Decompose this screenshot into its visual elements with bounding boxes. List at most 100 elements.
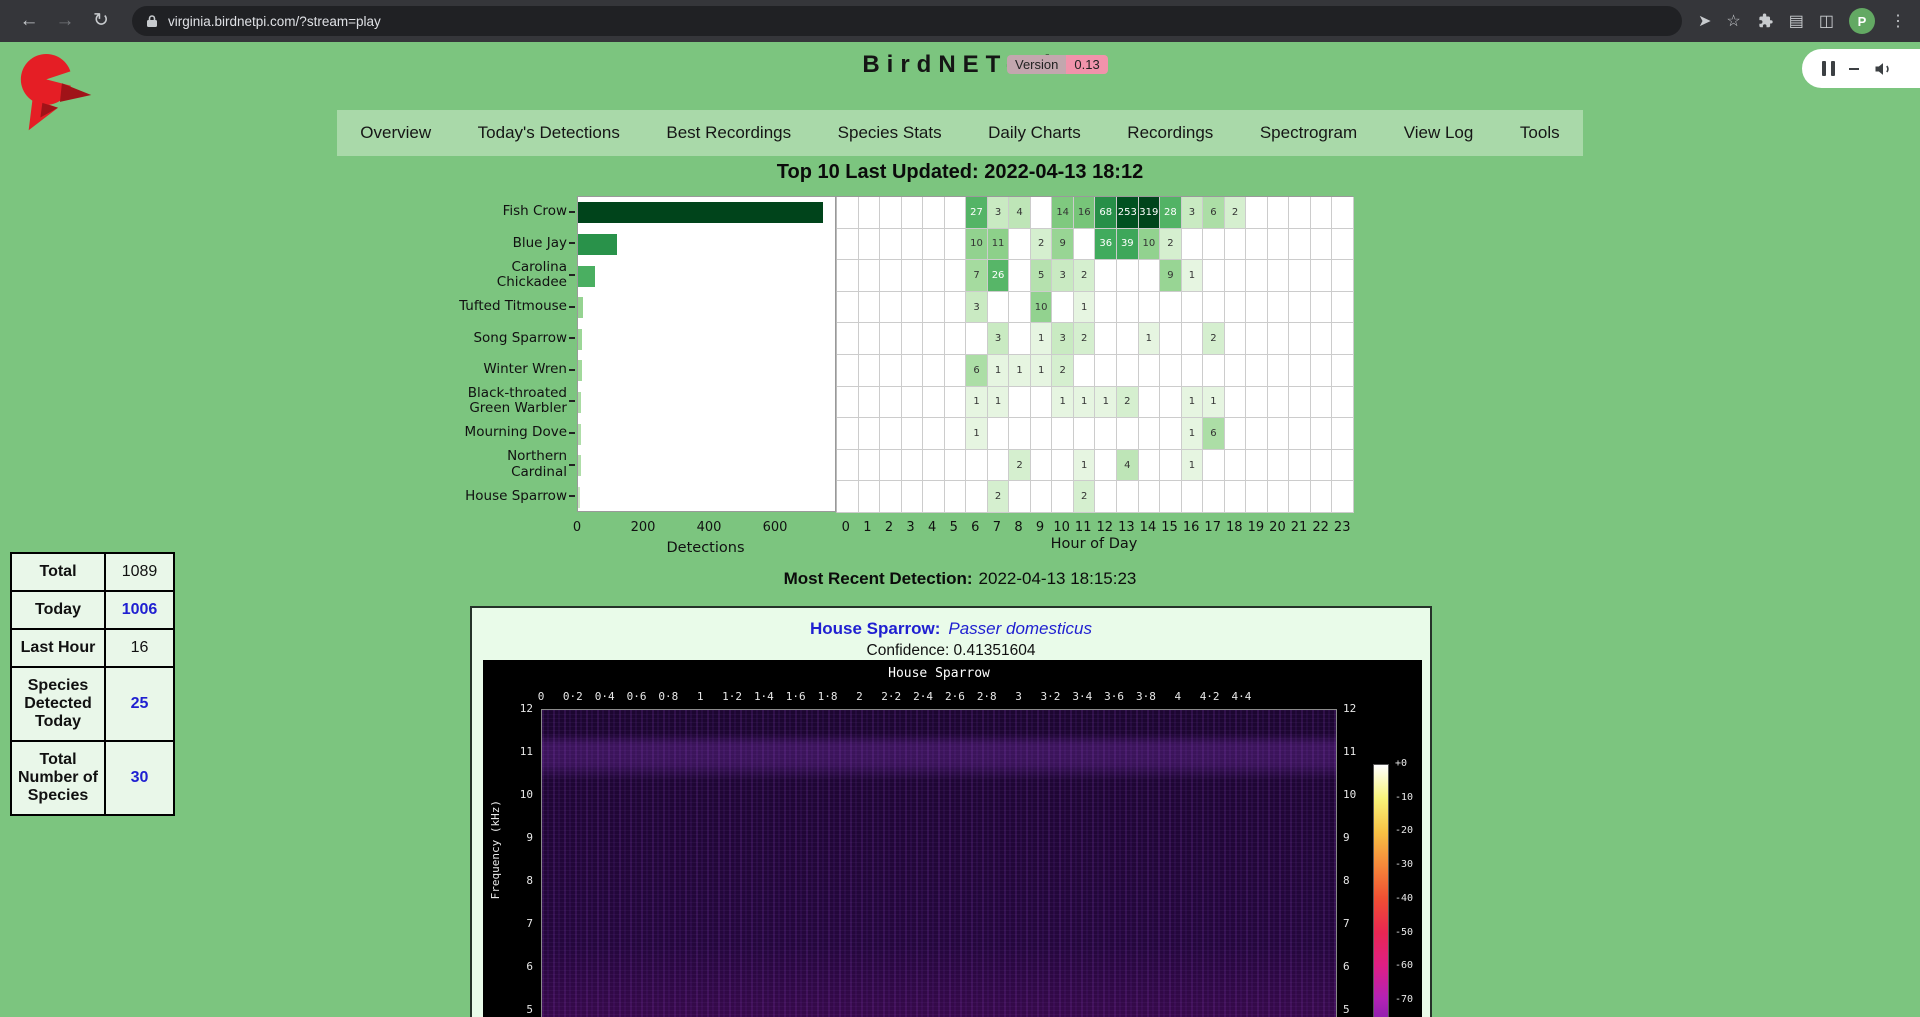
table-row: Today 1006 — [11, 591, 174, 629]
heatmap-cell — [837, 323, 859, 355]
hour-axis-tick: 8 — [1014, 520, 1022, 535]
stats-table: Total 1089 Today 1006 Last Hour 16 Speci… — [10, 552, 175, 816]
species-label: NorthernCardinal — [332, 449, 567, 481]
heatmap-cell: 1 — [1009, 355, 1031, 387]
pause-icon[interactable] — [1822, 61, 1835, 76]
heatmap-cell — [1117, 418, 1139, 450]
heatmap-cell — [945, 197, 967, 229]
address-bar[interactable]: virginia.birdnetpi.com/?stream=play — [132, 6, 1682, 36]
heatmap-cell — [902, 355, 924, 387]
heatmap-cell: 1 — [1139, 323, 1161, 355]
time-tick: 3 — [1015, 690, 1022, 703]
nav-item-view-log[interactable]: View Log — [1398, 123, 1480, 143]
heatmap-cell — [837, 418, 859, 450]
species-label: Fish Crow — [332, 196, 567, 228]
speaker-icon[interactable] — [1873, 59, 1893, 79]
heatmap-cell — [1203, 229, 1225, 261]
heatmap-cell — [1139, 387, 1161, 419]
hour-axis-tick: 6 — [971, 520, 979, 535]
heatmap-cell: 28 — [1160, 197, 1182, 229]
heatmap-cell — [988, 292, 1010, 324]
audio-player[interactable] — [1802, 49, 1920, 88]
side-panel-icon[interactable]: ◫ — [1819, 11, 1834, 31]
spectrogram-image — [541, 709, 1337, 1017]
heatmap-cell: 10 — [1031, 292, 1053, 324]
heatmap-cell — [1332, 387, 1354, 419]
nav-item-spectrogram[interactable]: Spectrogram — [1254, 123, 1363, 143]
heatmap-cell — [988, 450, 1010, 482]
heatmap-cell — [1009, 229, 1031, 261]
extensions-icon[interactable] — [1756, 12, 1774, 30]
time-tick: 0·8 — [658, 690, 678, 703]
menu-kebab-icon[interactable]: ⋮ — [1890, 11, 1906, 31]
heatmap-cell: 1 — [1031, 355, 1053, 387]
time-tick: 0·4 — [595, 690, 615, 703]
heatmap-cell — [1160, 323, 1182, 355]
time-tick: 4·2 — [1200, 690, 1220, 703]
heatmap-cell: 26 — [988, 260, 1010, 292]
time-tick: 2·6 — [945, 690, 965, 703]
nav-item-overview[interactable]: Overview — [354, 123, 437, 143]
heatmap-cell: 9 — [1160, 260, 1182, 292]
heatmap-cell — [1268, 197, 1290, 229]
hour-axis-tick: 15 — [1161, 520, 1178, 535]
heatmap-cell — [1332, 481, 1354, 513]
nav-item-recordings[interactable]: Recordings — [1121, 123, 1219, 143]
heatmap-cell — [966, 323, 988, 355]
heatmap-cell — [902, 260, 924, 292]
detections-bar — [578, 487, 580, 508]
time-tick: 1·8 — [818, 690, 838, 703]
reload-button[interactable]: ↻ — [86, 6, 116, 36]
nav-item-species-stats[interactable]: Species Stats — [832, 123, 948, 143]
nav-item-todays-detections[interactable]: Today's Detections — [472, 123, 626, 143]
recent-label: Most Recent Detection: — [784, 569, 973, 588]
heatmap-cell — [945, 481, 967, 513]
heatmap-cell: 1 — [1182, 260, 1204, 292]
heatmap-cell: 2 — [1074, 323, 1096, 355]
species-label-line: Song Sparrow — [473, 331, 567, 346]
db-tick: +0 — [1395, 758, 1407, 769]
detected-species-link[interactable]: House Sparrow: — [810, 619, 940, 638]
scientific-name[interactable]: Passer domesticus — [948, 619, 1092, 638]
nav-item-tools[interactable]: Tools — [1514, 123, 1566, 143]
stat-value-link[interactable]: 30 — [105, 741, 174, 815]
freq-tick: 12 — [1343, 702, 1377, 715]
species-label-line: Mourning Dove — [465, 425, 567, 440]
heatmap-cell — [923, 355, 945, 387]
lock-icon — [146, 14, 158, 28]
heatmap-cell — [902, 418, 924, 450]
stat-value-link[interactable]: 25 — [105, 667, 174, 741]
heatmap-cell — [1246, 197, 1268, 229]
forward-button[interactable]: → — [50, 6, 80, 36]
heatmap-cell — [1311, 323, 1333, 355]
heatmap-cell — [1332, 229, 1354, 261]
nav-item-best-recordings[interactable]: Best Recordings — [660, 123, 797, 143]
bookmark-star-icon[interactable]: ☆ — [1726, 11, 1740, 31]
heatmap-cell — [945, 418, 967, 450]
species-label-line: Black-throated — [468, 386, 567, 401]
hour-axis-tick: 2 — [885, 520, 893, 535]
heatmap-cell: 36 — [1095, 229, 1117, 261]
heatmap-cell: 2 — [1117, 387, 1139, 419]
detections-bar — [578, 360, 582, 381]
freq-tick: 5 — [499, 1003, 533, 1016]
stat-value-link[interactable]: 1006 — [105, 591, 174, 629]
profile-avatar[interactable]: P — [1849, 8, 1875, 34]
reading-list-icon[interactable]: ▤ — [1789, 11, 1804, 31]
heatmap-cell — [859, 481, 881, 513]
nav-item-daily-charts[interactable]: Daily Charts — [982, 123, 1087, 143]
hour-axis-tick: 17 — [1204, 520, 1221, 535]
hour-axis-tick: 7 — [993, 520, 1001, 535]
heatmap-cell — [859, 355, 881, 387]
heatmap-cell: 3 — [1182, 197, 1204, 229]
hour-axis-tick: 19 — [1248, 520, 1265, 535]
time-tick: 0 — [538, 690, 545, 703]
heatmap-cell — [1160, 387, 1182, 419]
heatmap-cell — [1095, 260, 1117, 292]
species-label: Winter Wren — [332, 354, 567, 386]
back-button[interactable]: ← — [14, 6, 44, 36]
stat-label: Today — [11, 591, 105, 629]
send-icon[interactable]: ➤ — [1698, 11, 1711, 31]
heatmap-cell — [1289, 355, 1311, 387]
heatmap-cell — [1160, 355, 1182, 387]
